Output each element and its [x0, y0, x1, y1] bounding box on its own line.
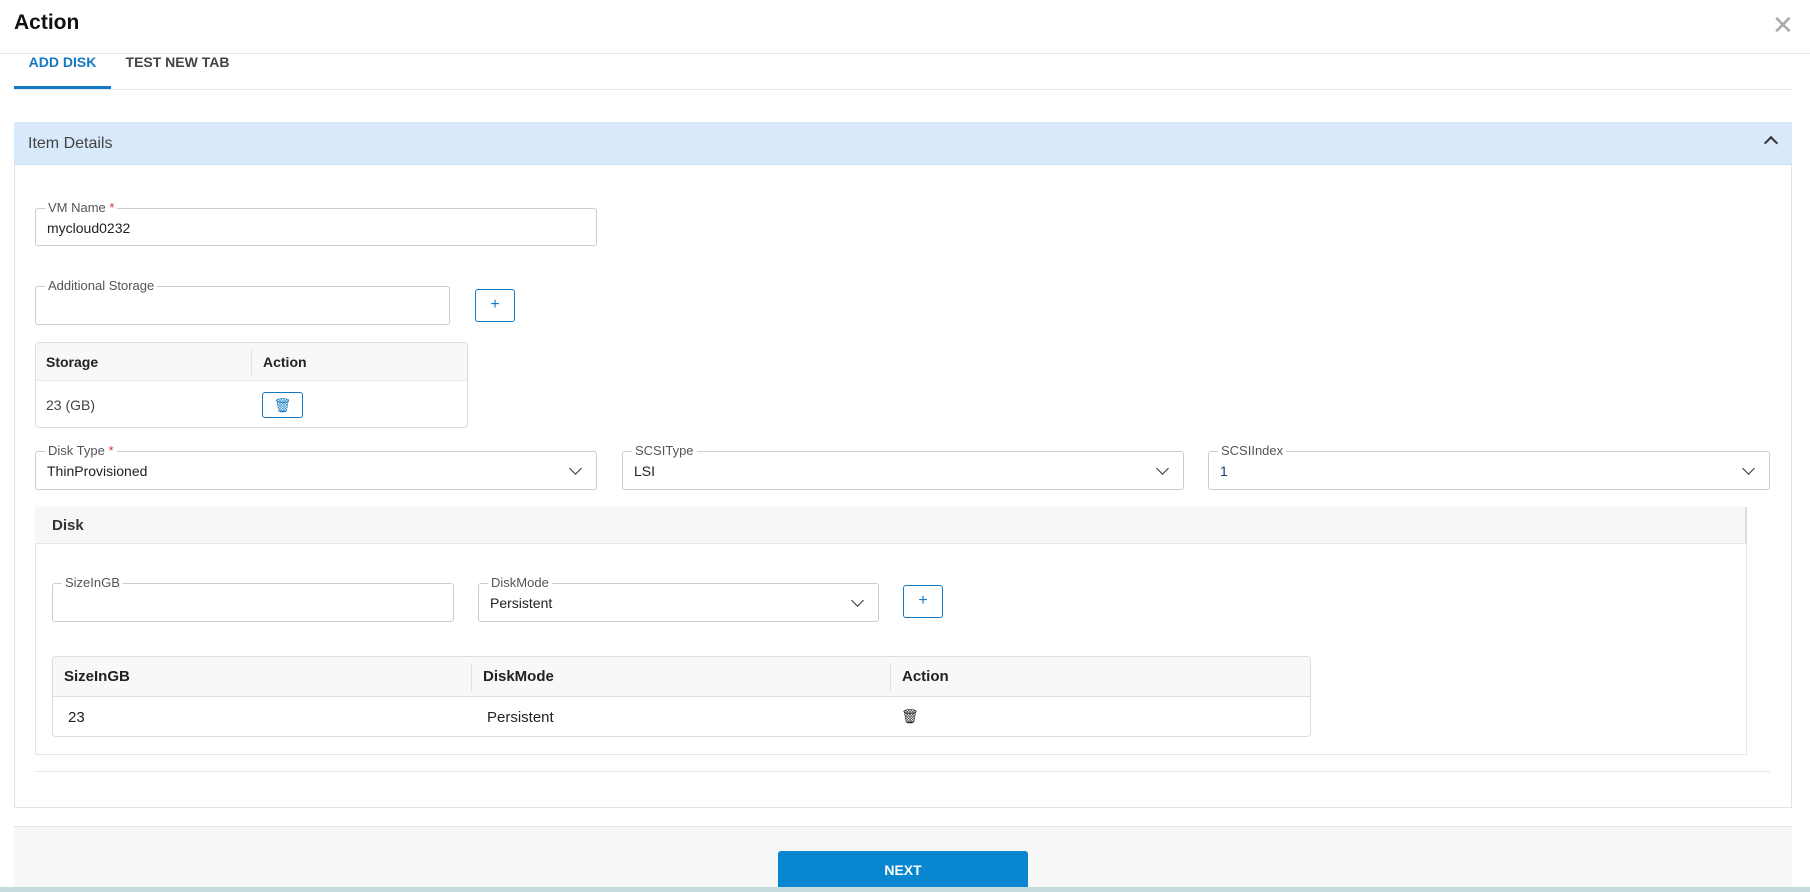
- storage-table-header: [36, 343, 467, 381]
- required-marker: *: [108, 443, 114, 458]
- tab-test-new-tab[interactable]: TEST NEW TAB: [120, 54, 235, 89]
- disk-section-title: Disk: [52, 517, 84, 534]
- add-disk-button[interactable]: +: [903, 585, 943, 618]
- bottom-strip: [0, 887, 1810, 892]
- chevron-down-icon: [1742, 462, 1755, 475]
- vm-name-label: VM Name *: [45, 200, 118, 216]
- section-divider: [35, 771, 1770, 772]
- disk-mode-value: Persistent: [490, 595, 553, 611]
- trash-icon[interactable]: 🗑: [901, 708, 919, 725]
- panel-title: Item Details: [28, 135, 113, 152]
- col-disk-mode: DiskMode: [483, 668, 554, 685]
- scsi-type-value: LSI: [634, 463, 656, 479]
- chevron-down-icon: [569, 462, 582, 475]
- scsi-index-value: 1: [1220, 463, 1228, 479]
- dialog-title: Action: [14, 11, 80, 34]
- col-size-in-gb: SizeInGB: [64, 668, 130, 685]
- chevron-down-icon: [851, 594, 864, 607]
- tabs-divider: [14, 89, 1792, 90]
- additional-storage-input[interactable]: Additional Storage: [35, 278, 450, 325]
- disk-type-select[interactable]: Disk Type * ThinProvisioned: [35, 443, 597, 490]
- trash-icon: 🗑: [273, 397, 292, 413]
- additional-storage-label: Additional Storage: [45, 278, 158, 294]
- close-icon[interactable]: ✕: [1772, 12, 1794, 38]
- delete-storage-button[interactable]: 🗑: [262, 392, 303, 418]
- col-action: Action: [902, 668, 949, 685]
- disk-table: SizeInGB DiskMode Action 23 Persistent 🗑: [52, 656, 1311, 737]
- size-in-gb-label: SizeInGB: [62, 575, 123, 591]
- item-details-header[interactable]: Item Details: [14, 122, 1792, 165]
- scsi-index-label: SCSIIndex: [1218, 443, 1287, 459]
- vm-name-field[interactable]: VM Name * mycloud0232: [35, 200, 597, 246]
- col-action: Action: [263, 354, 307, 370]
- size-in-gb-input[interactable]: SizeInGB: [52, 575, 454, 622]
- disk-type-label: Disk Type *: [45, 443, 117, 459]
- storage-cell: 23 (GB): [46, 397, 96, 413]
- disk-size-cell: 23: [68, 709, 85, 726]
- disk-mode-select[interactable]: DiskMode Persistent: [478, 575, 879, 622]
- chevron-down-icon: [1156, 462, 1169, 475]
- vm-name-label-text: VM Name: [48, 200, 106, 215]
- scsi-type-select[interactable]: SCSIType LSI: [622, 443, 1184, 490]
- scsi-type-label: SCSIType: [632, 443, 697, 459]
- required-marker: *: [109, 200, 115, 215]
- col-storage: Storage: [46, 354, 99, 370]
- vm-name-value: mycloud0232: [47, 220, 131, 236]
- disk-type-label-text: Disk Type: [48, 443, 105, 458]
- chevron-up-icon[interactable]: [1763, 135, 1779, 151]
- disk-table-header: [53, 657, 1310, 697]
- add-storage-button[interactable]: +: [475, 289, 515, 322]
- disk-type-value: ThinProvisioned: [47, 463, 148, 479]
- header-divider: [0, 53, 1810, 54]
- next-button[interactable]: NEXT: [778, 851, 1028, 891]
- disk-mode-cell: Persistent: [487, 709, 554, 726]
- tab-add-disk[interactable]: ADD DISK: [14, 54, 111, 89]
- disk-mode-label: DiskMode: [488, 575, 552, 591]
- storage-table: Storage Action 23 (GB) 🗑: [35, 342, 468, 428]
- disk-section-header: Disk: [35, 507, 1747, 544]
- scsi-index-select[interactable]: SCSIIndex 1: [1208, 443, 1770, 490]
